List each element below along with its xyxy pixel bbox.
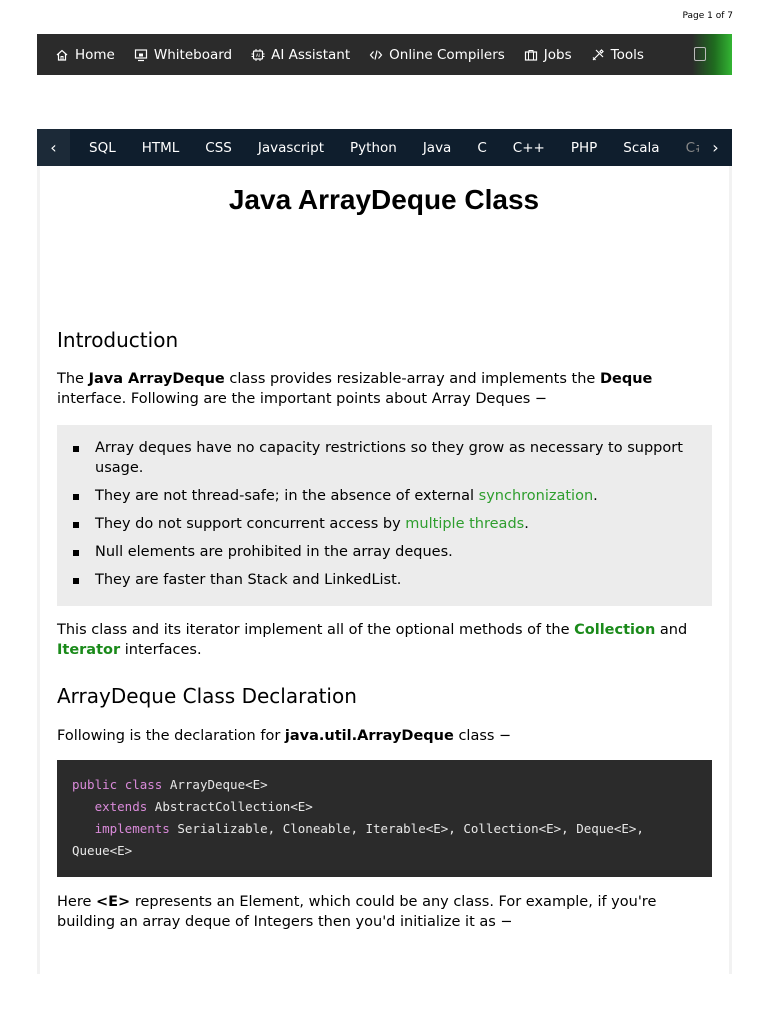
top-nav: Home Whiteboard AI AI Assistant Online C… — [37, 34, 732, 75]
lang-sql[interactable]: SQL — [70, 140, 129, 156]
nav-jobs-label: Jobs — [543, 46, 572, 63]
lang-cpp[interactable]: C++ — [500, 140, 558, 156]
text: This class and its iterator implement al… — [57, 622, 575, 638]
text: represents an Element, which could be an… — [57, 894, 657, 930]
text: The — [57, 371, 89, 387]
nav-tools-label: Tools — [610, 46, 644, 63]
declaration-paragraph: Following is the declaration for java.ut… — [57, 726, 717, 746]
iterator-paragraph: This class and its iterator implement al… — [57, 620, 717, 660]
home-icon — [56, 49, 68, 61]
language-bar: ‹ SQL HTML CSS Javascript Python Java C … — [37, 129, 732, 166]
nav-jobs[interactable]: Jobs — [514, 47, 581, 63]
svg-text:AI: AI — [256, 53, 260, 58]
list-item: They do not support concurrent access by… — [73, 514, 698, 534]
tools-icon — [592, 48, 604, 60]
text: Following is the declaration for — [57, 728, 285, 744]
synchronization-link[interactable]: synchronization — [479, 488, 594, 504]
text: They do not support concurrent access by — [95, 516, 406, 532]
text: and — [655, 622, 688, 638]
lang-javascript[interactable]: Javascript — [245, 140, 337, 156]
code-keyword: class — [124, 777, 163, 792]
edit-icon — [694, 47, 706, 61]
list-item: Null elements are prohibited in the arra… — [73, 542, 698, 562]
declaration-heading: ArrayDeque Class Declaration — [57, 684, 357, 708]
code-text: AbstractCollection<E> — [147, 799, 313, 814]
code-keyword: extends — [94, 799, 148, 814]
intro-heading: Introduction — [57, 328, 179, 352]
code-block[interactable]: public class ArrayDeque<E> extends Abstr… — [57, 760, 712, 877]
lang-next-button[interactable]: › — [699, 129, 732, 166]
page-indicator: Page 1 of 7 — [682, 11, 734, 21]
nav-whiteboard-label: Whiteboard — [153, 46, 233, 63]
nav-home[interactable]: Home — [37, 47, 124, 63]
text: class provides resizable-array and imple… — [224, 371, 600, 387]
element-paragraph: Here <E> represents an Element, which co… — [57, 892, 717, 932]
nav-ai-assistant-label: AI Assistant — [271, 46, 351, 63]
lang-python[interactable]: Python — [337, 140, 410, 156]
ai-assistant-icon: AI — [251, 48, 265, 61]
code-keyword: public — [72, 777, 118, 792]
nav-tools[interactable]: Tools — [581, 47, 653, 63]
text-bold: Java ArrayDeque — [88, 371, 225, 387]
list-item: They are not thread-safe; in the absence… — [73, 486, 698, 506]
code-text: Serializable, Cloneable, Iterable<E>, Co… — [169, 821, 644, 836]
code-text: Queue<E> — [72, 843, 133, 858]
lang-scala[interactable]: Scala — [610, 140, 672, 156]
nav-online-compilers-label: Online Compilers — [389, 46, 505, 63]
page-title: Java ArrayDeque Class — [228, 184, 540, 215]
text: class − — [453, 728, 512, 744]
iterator-link[interactable]: Iterator — [57, 642, 120, 658]
nav-online-compilers[interactable]: Online Compilers — [359, 47, 514, 63]
collection-link[interactable]: Collection — [574, 622, 655, 638]
text: interfaces. — [120, 642, 202, 658]
lang-c[interactable]: C — [464, 140, 499, 156]
text-bold: Deque — [599, 371, 653, 387]
text-bold: java.util.ArrayDeque — [284, 728, 454, 744]
code-text: ArrayDeque<E> — [162, 777, 268, 792]
nav-overflow-edge[interactable] — [692, 34, 732, 75]
intro-paragraph: The Java ArrayDeque class provides resiz… — [57, 369, 717, 409]
nav-ai-assistant[interactable]: AI AI Assistant — [241, 47, 359, 63]
nav-home-label: Home — [75, 46, 115, 63]
whiteboard-icon — [134, 48, 147, 61]
nav-whiteboard[interactable]: Whiteboard — [124, 47, 241, 63]
text: . — [593, 488, 598, 504]
points-list: Array deques have no capacity restrictio… — [57, 425, 712, 606]
lang-php[interactable]: PHP — [558, 140, 610, 156]
lang-css[interactable]: CSS — [192, 140, 245, 156]
list-item: They are faster than Stack and LinkedLis… — [73, 570, 698, 590]
briefcase-icon — [524, 49, 537, 61]
text: Here — [57, 894, 96, 910]
lang-java[interactable]: Java — [410, 140, 465, 156]
lang-html[interactable]: HTML — [129, 140, 193, 156]
multiple-threads-link[interactable]: multiple threads — [405, 516, 524, 532]
list-item: Array deques have no capacity restrictio… — [73, 438, 698, 478]
text: They are not thread-safe; in the absence… — [95, 488, 479, 504]
text-bold: <E> — [96, 894, 131, 910]
code-icon — [369, 49, 383, 60]
text: interface. Following are the important p… — [57, 391, 548, 407]
lang-prev-button[interactable]: ‹ — [37, 129, 70, 166]
code-keyword: implements — [94, 821, 170, 836]
text: . — [524, 516, 529, 532]
